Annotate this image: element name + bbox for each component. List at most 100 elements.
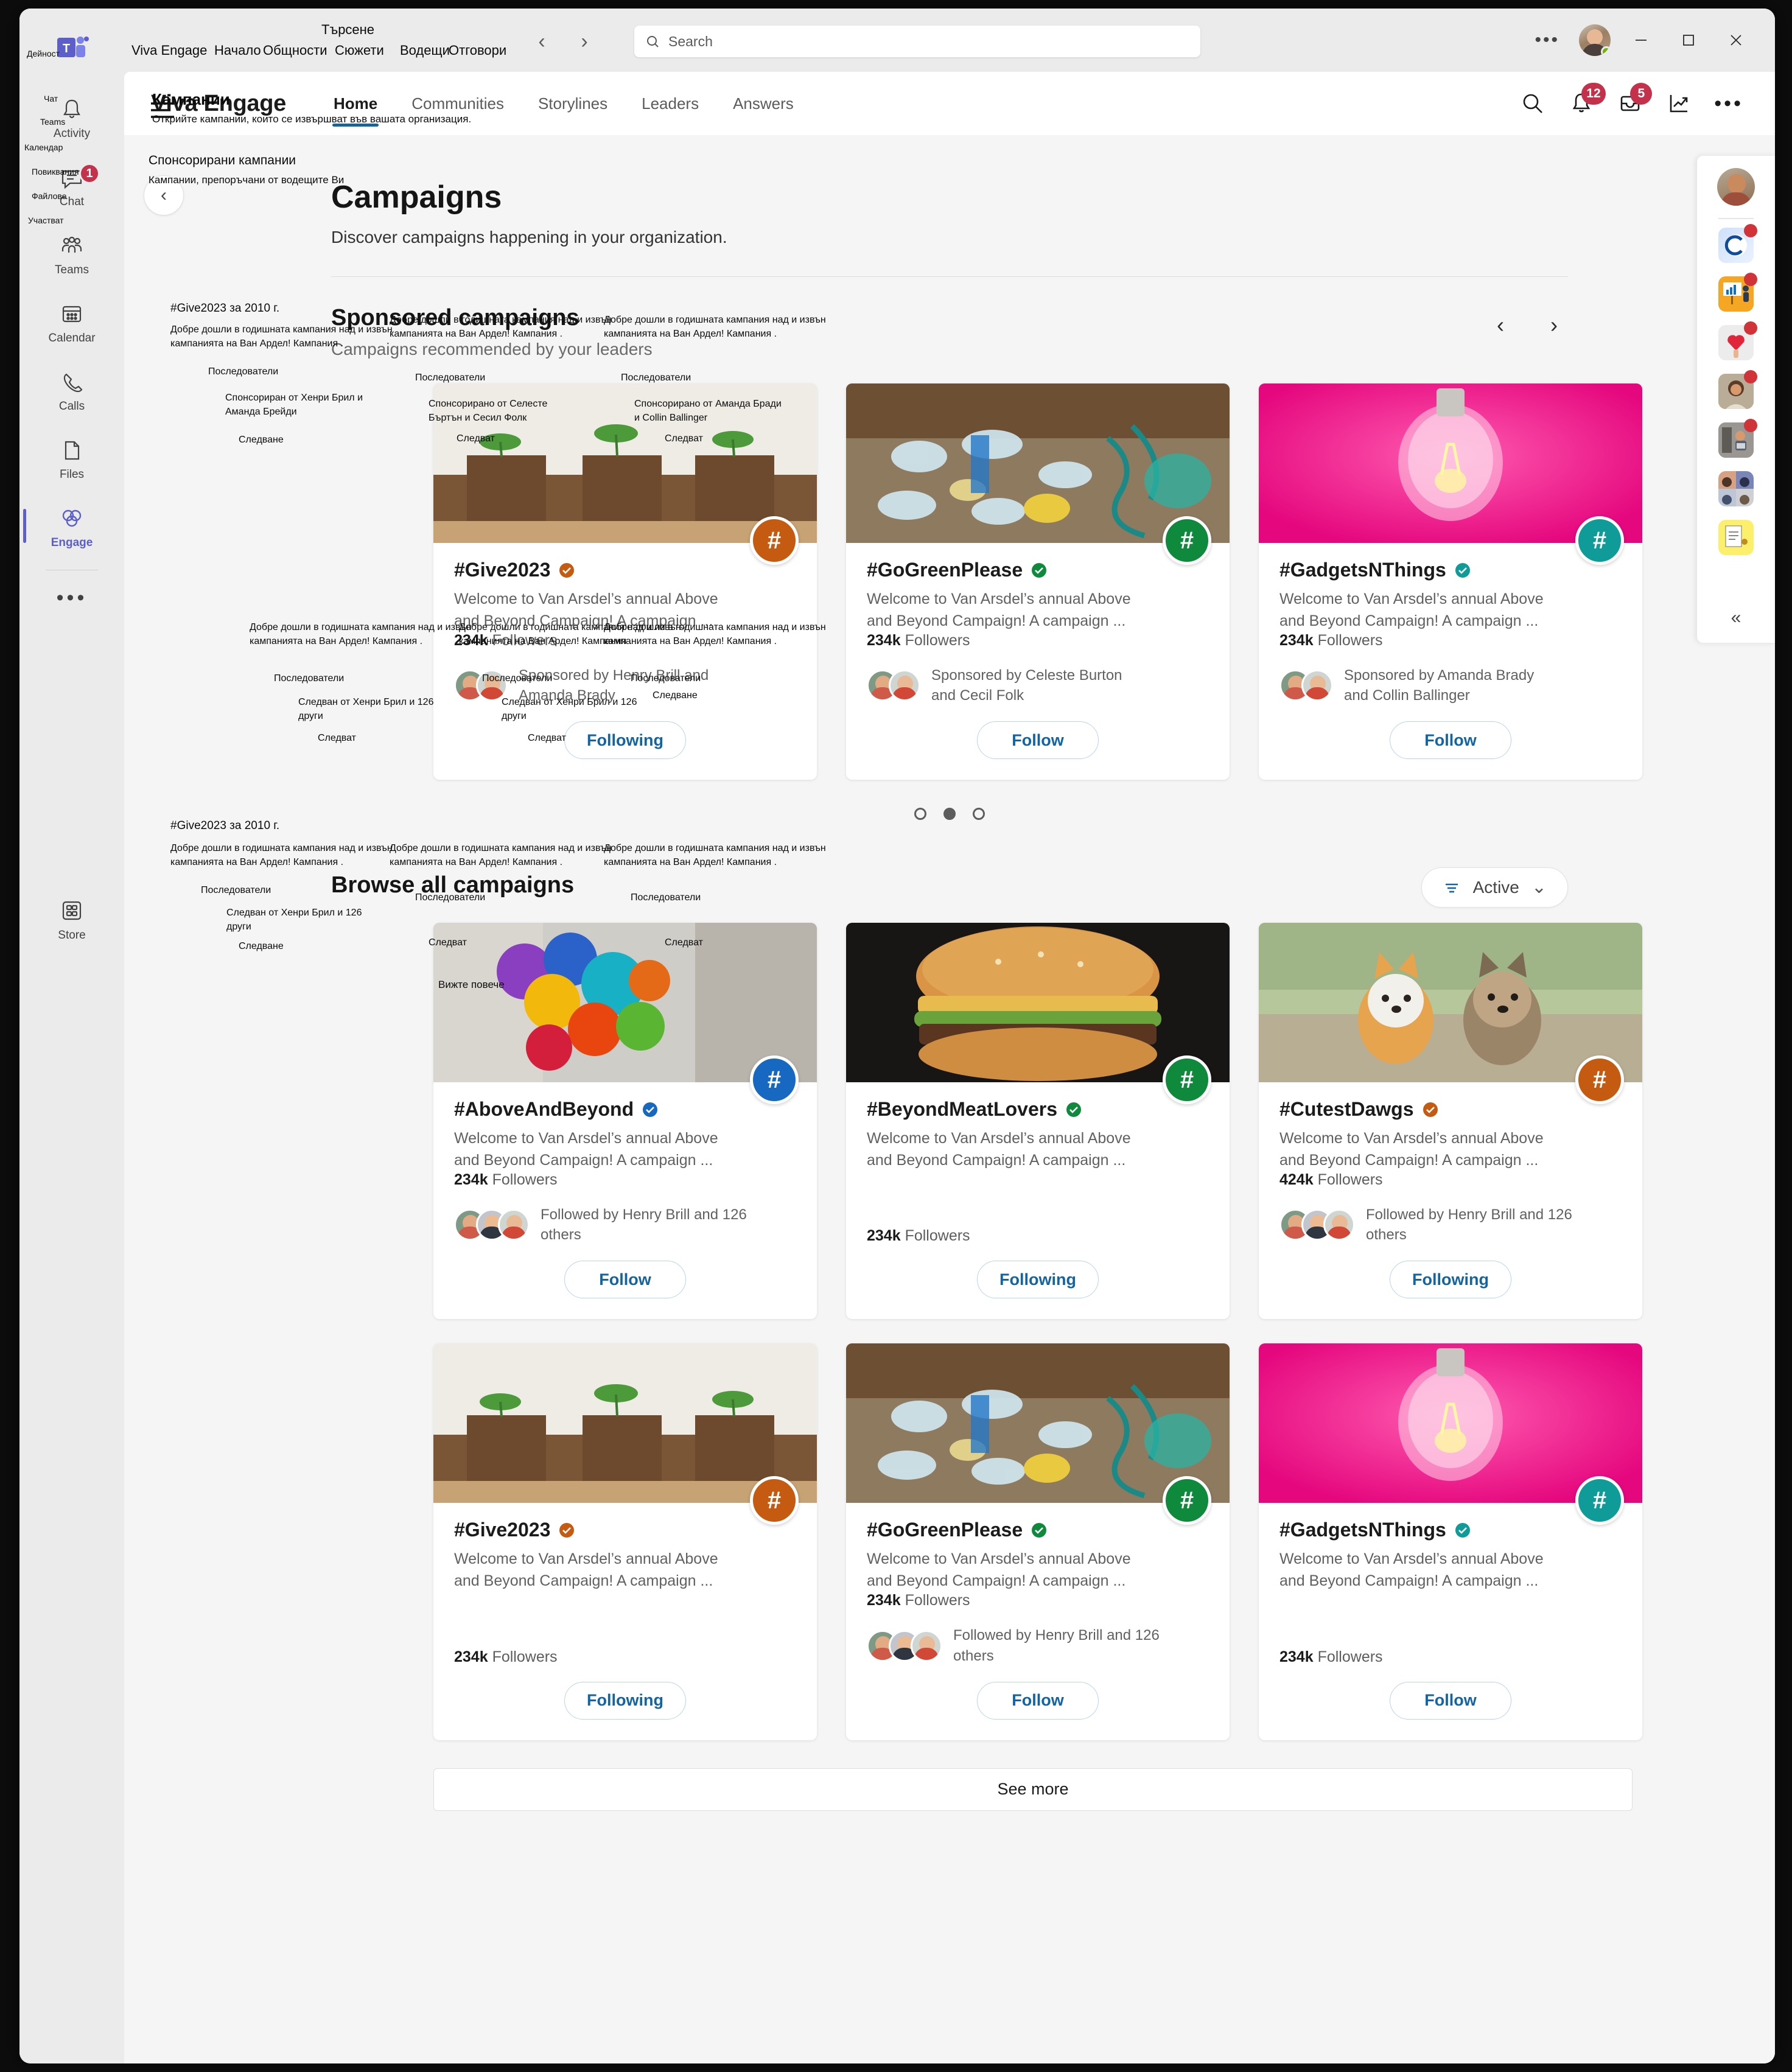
tab-storylines[interactable]: Storylines [521,72,625,135]
page-back-button[interactable]: ‹ [144,175,184,215]
follow-button[interactable]: Following [564,721,686,760]
followers-number: 234k [454,632,488,649]
follow-button[interactable]: Follow [977,721,1099,760]
avatar [1323,1209,1355,1241]
sidebar-item-calendar[interactable]: Calendar [19,289,124,357]
campaign-card[interactable]: # #GoGreenPlease Welcome to Van Arsdel’s… [846,1343,1230,1740]
sidebar-item-calls[interactable]: Calls [19,357,124,425]
minimize-button[interactable] [1624,27,1658,54]
carousel-next-button[interactable]: › [1540,311,1568,339]
sidebar-item-files[interactable]: Files [19,425,124,493]
carousel-dot-2[interactable] [943,808,956,821]
flyout-collapse-button[interactable]: « [1731,607,1741,628]
campaign-card[interactable]: # #AboveAndBeyond Welcome to Van Arsdel’… [433,923,817,1320]
avatar [476,670,508,702]
card-body: # #CutestDawgs Welcome to Van Arsdel’s a… [1259,1055,1642,1319]
verified-icon [1032,1522,1047,1538]
followers-count: 234k Followers [867,632,1209,649]
follow-button[interactable]: Follow [1390,1681,1511,1720]
verified-icon [559,1522,575,1538]
followers-count: 234k Followers [867,1227,1209,1245]
browse-section-header: Browse all campaigns Active ⌄ [331,867,1568,908]
hash-badge-icon: # [1575,516,1624,565]
app-rail: T Activity 1 Chat Teams Calendar Calls F… [19,9,124,2063]
card-title-row: #Give2023 [454,1519,796,1541]
campaign-card[interactable]: # #Give2023 Welcome to Van Arsdel’s annu… [433,383,817,780]
search-input[interactable]: Search [634,26,1200,57]
carousel-prev-button[interactable]: ‹ [1486,311,1514,339]
verified-icon [643,1102,658,1117]
avatar [889,670,920,702]
header-analytics-button[interactable] [1665,90,1692,117]
follow-button[interactable]: Follow [977,1681,1099,1720]
avatar-stack [454,670,508,702]
header-notifications-button[interactable]: 12 [1568,83,1606,117]
user-avatar[interactable] [1579,24,1611,56]
campaign-card[interactable]: # #Give2023 Welcome to Van Arsdel’s annu… [433,1343,817,1740]
hamburger-icon[interactable] [150,100,175,124]
flyout-avatar[interactable] [1717,168,1755,206]
unread-dot [1744,273,1757,286]
header-more-button[interactable]: ••• [1714,92,1743,116]
app-document-icon[interactable] [1718,520,1754,555]
campaign-card[interactable]: # #CutestDawgs Welcome to Van Arsdel’s a… [1259,923,1642,1320]
sidebar-item-activity[interactable]: Activity [19,84,124,152]
header-inbox-button[interactable]: 5 [1617,83,1653,117]
app-c-icon[interactable] [1718,224,1757,263]
follow-button[interactable]: Following [1390,1261,1511,1299]
card-body: # #GadgetsNThings Welcome to Van Arsdel’… [1259,516,1642,780]
campaign-card[interactable]: # #GadgetsNThings Welcome to Van Arsdel’… [1259,1343,1642,1740]
campaign-card[interactable]: # #GadgetsNThings Welcome to Van Arsdel’… [1259,383,1642,780]
verified-icon [1455,1522,1470,1538]
sidebar-item-teams[interactable]: Teams [19,220,124,289]
hash-badge-icon: # [750,1476,799,1525]
follow-button[interactable]: Following [977,1261,1099,1299]
app-person-icon[interactable] [1718,370,1757,409]
titlebar-more-button[interactable]: ••• [1528,30,1566,51]
tab-answers[interactable]: Answers [716,72,811,135]
rail-more-button[interactable]: ••• [19,570,124,625]
card-title-row: #CutestDawgs [1279,1098,1622,1121]
bell-icon [58,96,86,124]
followers-label: Followers [1317,1648,1383,1665]
card-body: # #AboveAndBeyond Welcome to Van Arsdel’… [433,1055,817,1319]
campaign-description: Welcome to Van Arsdel’s annual Above and… [454,1550,718,1589]
browse-card-grid-row1: # #AboveAndBeyond Welcome to Van Arsdel’… [433,923,1775,1320]
follow-button[interactable]: Follow [1390,721,1511,760]
sidebar-item-chat[interactable]: 1 Chat [19,152,124,220]
tab-communities[interactable]: Communities [394,72,521,135]
forward-button[interactable]: › [572,29,597,54]
follow-button[interactable]: Following [564,1681,686,1720]
filter-dropdown[interactable]: Active ⌄ [1421,867,1568,908]
back-button[interactable]: ‹ [530,29,554,54]
page-scroll-area[interactable]: Campaigns Discover campaigns happening i… [124,135,1775,2063]
app-laptop-icon[interactable] [1718,419,1757,458]
maximize-button[interactable] [1671,27,1706,54]
hash-badge-icon: # [1163,516,1211,565]
follow-button[interactable]: Follow [564,1261,686,1299]
carousel-dot-3[interactable] [973,808,985,821]
tab-leaders[interactable]: Leaders [625,72,716,135]
card-body: # #GoGreenPlease Welcome to Van Arsdel’s… [846,1476,1230,1740]
campaign-card[interactable]: # #GoGreenPlease Welcome to Van Arsdel’s… [846,383,1230,780]
campaign-description: Welcome to Van Arsdel’s annual Above and… [454,590,718,629]
card-action-row: Follow [1279,721,1622,760]
app-grid-people-icon[interactable] [1718,471,1754,506]
app-heart-icon[interactable] [1718,321,1757,360]
app-chart-icon[interactable] [1718,273,1757,312]
sidebar-item-engage[interactable]: Engage [19,493,124,561]
tab-home[interactable]: Home [317,72,394,135]
followers-label: Followers [905,632,970,649]
campaign-card[interactable]: # #BeyondMeatLovers Welcome to Van Arsde… [846,923,1230,1320]
file-icon [58,436,86,464]
sidebar-item-store[interactable]: Store [19,897,124,942]
followers-number: 234k [1279,632,1314,649]
search-icon [1523,94,1543,113]
hash-badge-icon: # [1163,1476,1211,1525]
header-search-button[interactable] [1519,90,1546,117]
see-more-button[interactable]: See more [433,1768,1633,1811]
chevron-down-icon: ⌄ [1531,877,1547,898]
followers-label: Followers [492,632,558,649]
close-button[interactable] [1719,27,1753,54]
carousel-dot-1[interactable] [914,808,926,821]
